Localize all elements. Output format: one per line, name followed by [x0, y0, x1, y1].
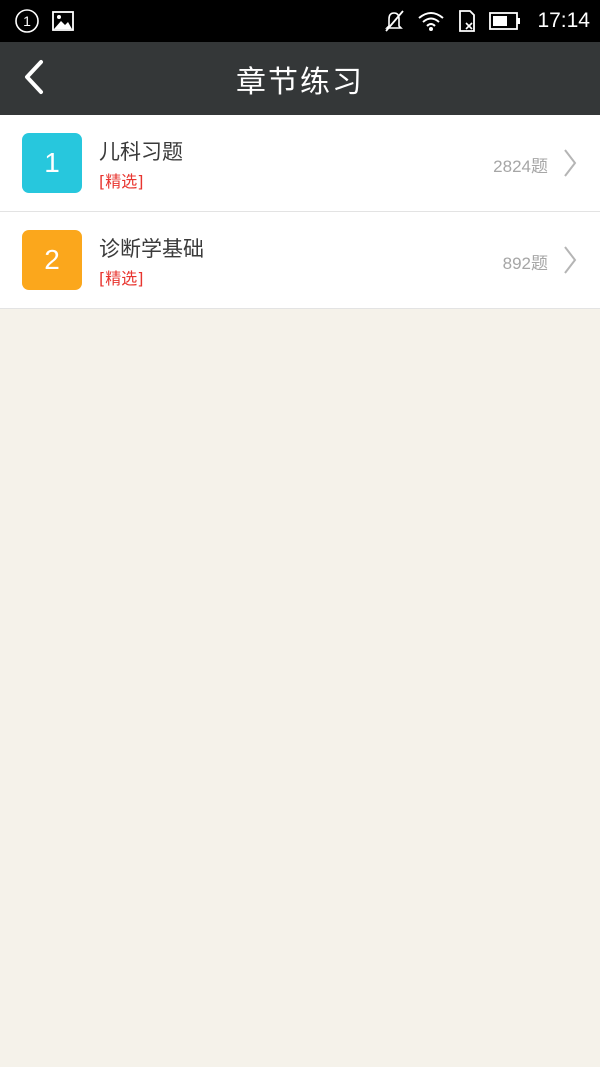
no-sim-icon	[457, 9, 477, 33]
chapter-title: 儿科习题	[99, 140, 183, 164]
chevron-right-icon	[562, 245, 578, 275]
app-header: 章节练习	[0, 42, 600, 115]
status-bar: 1 17:14	[0, 0, 600, 42]
chevron-right-icon	[562, 148, 578, 178]
status-bar-right: 17:14	[383, 9, 590, 33]
question-count: 892题	[502, 254, 548, 273]
chapter-number-badge: 2	[22, 230, 82, 290]
chapter-row-1[interactable]: 1 儿科习题 [精选] 2824题	[0, 115, 600, 212]
status-bar-left: 1	[14, 8, 74, 34]
chapter-row-2[interactable]: 2 诊断学基础 [精选] 892题	[0, 212, 600, 309]
featured-tag: [精选]	[99, 269, 144, 288]
image-icon	[52, 11, 74, 31]
back-button[interactable]	[14, 42, 54, 115]
mute-icon	[383, 9, 405, 33]
question-count: 2824题	[493, 157, 548, 176]
back-chevron-icon	[22, 59, 46, 99]
wifi-icon	[417, 10, 445, 32]
notification-count-icon: 1	[14, 8, 40, 34]
notification-count-text: 1	[23, 13, 31, 29]
status-time: 17:14	[537, 9, 590, 32]
battery-icon	[489, 12, 521, 30]
chapter-number-badge: 1	[22, 133, 82, 193]
chapter-title: 诊断学基础	[99, 237, 204, 261]
chapter-list: 1 儿科习题 [精选] 2824题 2 诊断学基础 [精选] 892题	[0, 115, 600, 309]
page-title: 章节练习	[236, 64, 364, 100]
featured-tag: [精选]	[99, 172, 144, 191]
